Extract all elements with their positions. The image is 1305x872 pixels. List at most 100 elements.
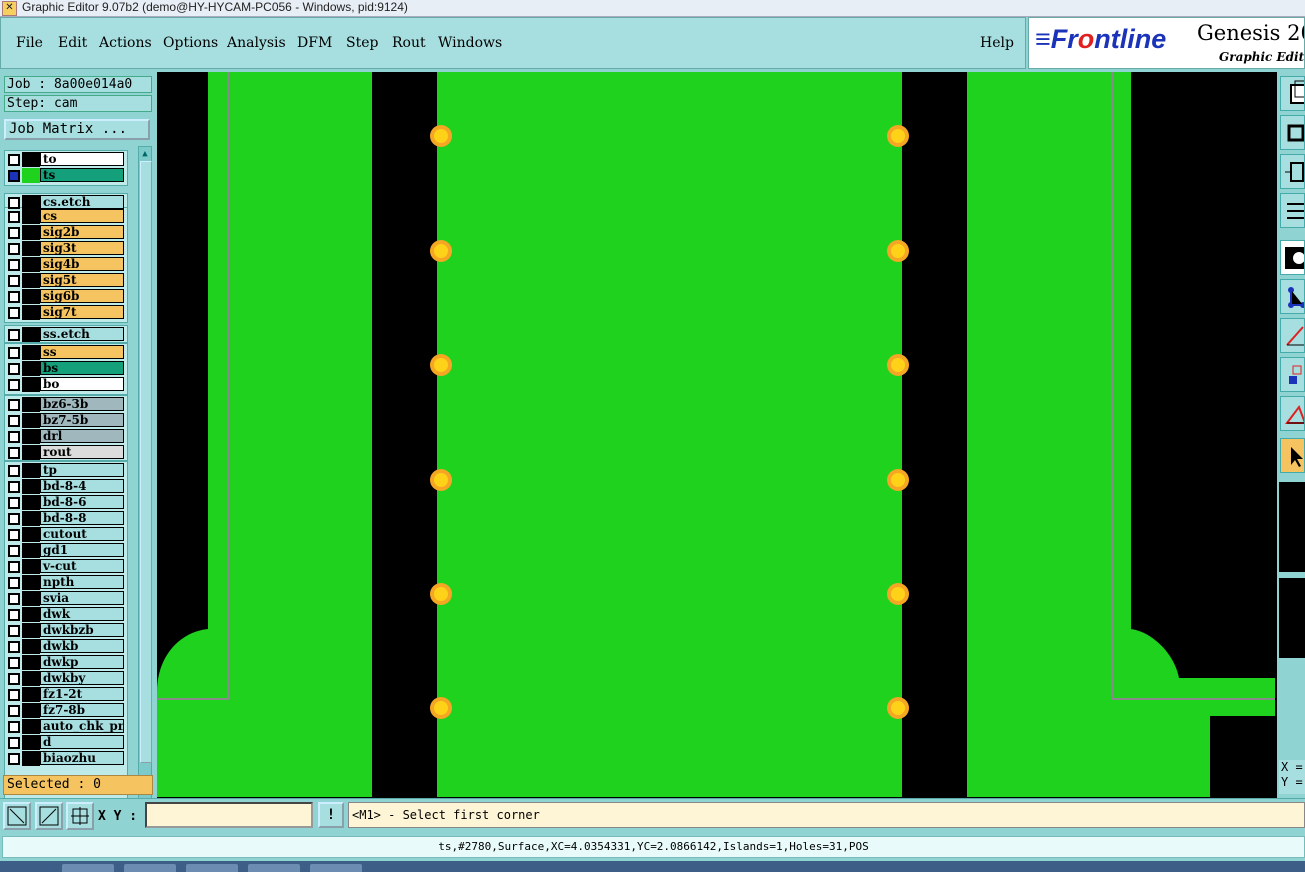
layer-checkbox[interactable] — [8, 211, 20, 223]
layer-checkbox[interactable] — [8, 481, 20, 493]
layer-color-swatch[interactable] — [22, 623, 40, 638]
layer-row-svia[interactable]: svia — [6, 591, 126, 606]
layer-row-bs[interactable]: bs — [6, 361, 126, 376]
layer-row-dwk[interactable]: dwk — [6, 607, 126, 622]
layer-name[interactable]: cutout — [40, 527, 124, 541]
layer-color-swatch[interactable] — [22, 479, 40, 494]
layer-color-swatch[interactable] — [22, 152, 40, 167]
layer-checkbox[interactable] — [8, 529, 20, 541]
layer-color-swatch[interactable] — [22, 607, 40, 622]
layer-checkbox[interactable] — [8, 243, 20, 255]
zoom-icon[interactable] — [1280, 115, 1305, 150]
menu-file[interactable]: File — [16, 35, 43, 51]
layer-row-sig4b[interactable]: sig4b — [6, 257, 126, 272]
layer-color-swatch[interactable] — [22, 735, 40, 750]
layer-name[interactable]: sig4b — [40, 257, 124, 271]
layer-row-fz7-8b[interactable]: fz7-8b — [6, 703, 126, 718]
layer-color-swatch[interactable] — [22, 225, 40, 240]
layer-color-swatch[interactable] — [22, 591, 40, 606]
layer-color-swatch[interactable] — [22, 559, 40, 574]
layer-name[interactable]: sig2b — [40, 225, 124, 239]
layer-name[interactable]: sig7t — [40, 305, 124, 319]
layer-row-dwkbzb[interactable]: dwkbzb — [6, 623, 126, 638]
layer-row-bz7-5b[interactable]: bz7-5b — [6, 413, 126, 428]
layer-color-swatch[interactable] — [22, 687, 40, 702]
layer-name[interactable]: bd-8-6 — [40, 495, 124, 509]
menu-windows[interactable]: Windows — [438, 35, 502, 51]
layer-color-swatch[interactable] — [22, 305, 40, 320]
job-matrix-button[interactable]: Job Matrix ... — [4, 119, 150, 140]
layer-checkbox[interactable] — [8, 154, 20, 166]
taskbar-item[interactable] — [62, 864, 114, 872]
layer-name[interactable]: ss.etch — [40, 327, 124, 341]
layer-color-swatch[interactable] — [22, 345, 40, 360]
scroll-up-icon[interactable]: ▲ — [140, 148, 150, 160]
layer-checkbox[interactable] — [8, 689, 20, 701]
layer-checkbox[interactable] — [8, 577, 20, 589]
layer-color-swatch[interactable] — [22, 397, 40, 412]
exclamation-icon[interactable]: ! — [318, 802, 344, 828]
layer-checkbox[interactable] — [8, 465, 20, 477]
layer-name[interactable]: gd1 — [40, 543, 124, 557]
grid-icon[interactable] — [66, 802, 94, 830]
layer-name[interactable]: bz6-3b — [40, 397, 124, 411]
snap-icon[interactable] — [1280, 396, 1305, 431]
layer-checkbox[interactable] — [8, 431, 20, 443]
layer-row-bz6-3b[interactable]: bz6-3b — [6, 397, 126, 412]
layer-color-swatch[interactable] — [22, 289, 40, 304]
layer-color-swatch[interactable] — [22, 527, 40, 542]
layer-row-to[interactable]: to — [6, 152, 126, 167]
graphic-canvas[interactable] — [157, 72, 1277, 798]
layer-row-dwkp[interactable]: dwkp — [6, 655, 126, 670]
layer-name[interactable]: tp — [40, 463, 124, 477]
layer-color-swatch[interactable] — [22, 257, 40, 272]
layer-checkbox[interactable] — [8, 329, 20, 341]
layer-name[interactable]: fz1-2t — [40, 687, 124, 701]
layer-row-dwkb[interactable]: dwkb — [6, 639, 126, 654]
layer-color-swatch[interactable] — [22, 445, 40, 460]
filter-icon[interactable] — [1280, 193, 1305, 228]
layer-checkbox[interactable] — [8, 197, 20, 209]
layer-name[interactable]: npth — [40, 575, 124, 589]
layer-color-swatch[interactable] — [22, 195, 40, 210]
layer-row-bd-8-8[interactable]: bd-8-8 — [6, 511, 126, 526]
layer-row-gd1[interactable]: gd1 — [6, 543, 126, 558]
layer-color-swatch[interactable] — [22, 273, 40, 288]
layer-checkbox[interactable] — [8, 625, 20, 637]
layer-name[interactable]: dwkbzb — [40, 623, 124, 637]
layer-name[interactable]: dwkb — [40, 639, 124, 653]
layer-color-swatch[interactable] — [22, 361, 40, 376]
layer-row-dwkby[interactable]: dwkby — [6, 671, 126, 686]
layer-row-ss[interactable]: ss — [6, 345, 126, 360]
layer-name[interactable]: v-cut — [40, 559, 124, 573]
layer-row-bo[interactable]: bo — [6, 377, 126, 392]
menu-edit[interactable]: Edit — [58, 35, 87, 51]
layer-scrollbar[interactable]: ▲ ▼ — [138, 146, 152, 846]
layer-name[interactable]: ts — [40, 168, 124, 182]
layer-color-swatch[interactable] — [22, 719, 40, 734]
layer-checkbox[interactable] — [8, 673, 20, 685]
pad-icon[interactable] — [1280, 240, 1305, 275]
layer-name[interactable]: drl — [40, 429, 124, 443]
layer-color-swatch[interactable] — [22, 495, 40, 510]
layer-color-swatch[interactable] — [22, 671, 40, 686]
layer-name[interactable]: sig6b — [40, 289, 124, 303]
layer-name[interactable]: to — [40, 152, 124, 166]
layer-row-cs.etch[interactable]: cs.etch — [6, 195, 126, 210]
layer-row-bd-8-4[interactable]: bd-8-4 — [6, 479, 126, 494]
net-icon[interactable] — [1280, 279, 1305, 314]
layer-row-auto_chk_pn[interactable]: auto_chk_pn — [6, 719, 126, 734]
layer-checkbox[interactable] — [8, 721, 20, 733]
layer-checkbox[interactable] — [8, 609, 20, 621]
layer-checkbox[interactable] — [8, 363, 20, 375]
fit-icon[interactable] — [1280, 154, 1305, 189]
layer-checkbox[interactable] — [8, 347, 20, 359]
layer-checkbox[interactable] — [8, 593, 20, 605]
layer-color-swatch[interactable] — [22, 655, 40, 670]
layer-color-swatch[interactable] — [22, 511, 40, 526]
layer-color-swatch[interactable] — [22, 413, 40, 428]
layer-checkbox[interactable] — [8, 497, 20, 509]
layer-color-swatch[interactable] — [22, 168, 40, 183]
layer-checkbox[interactable] — [8, 379, 20, 391]
layers-icon[interactable] — [1280, 76, 1305, 111]
